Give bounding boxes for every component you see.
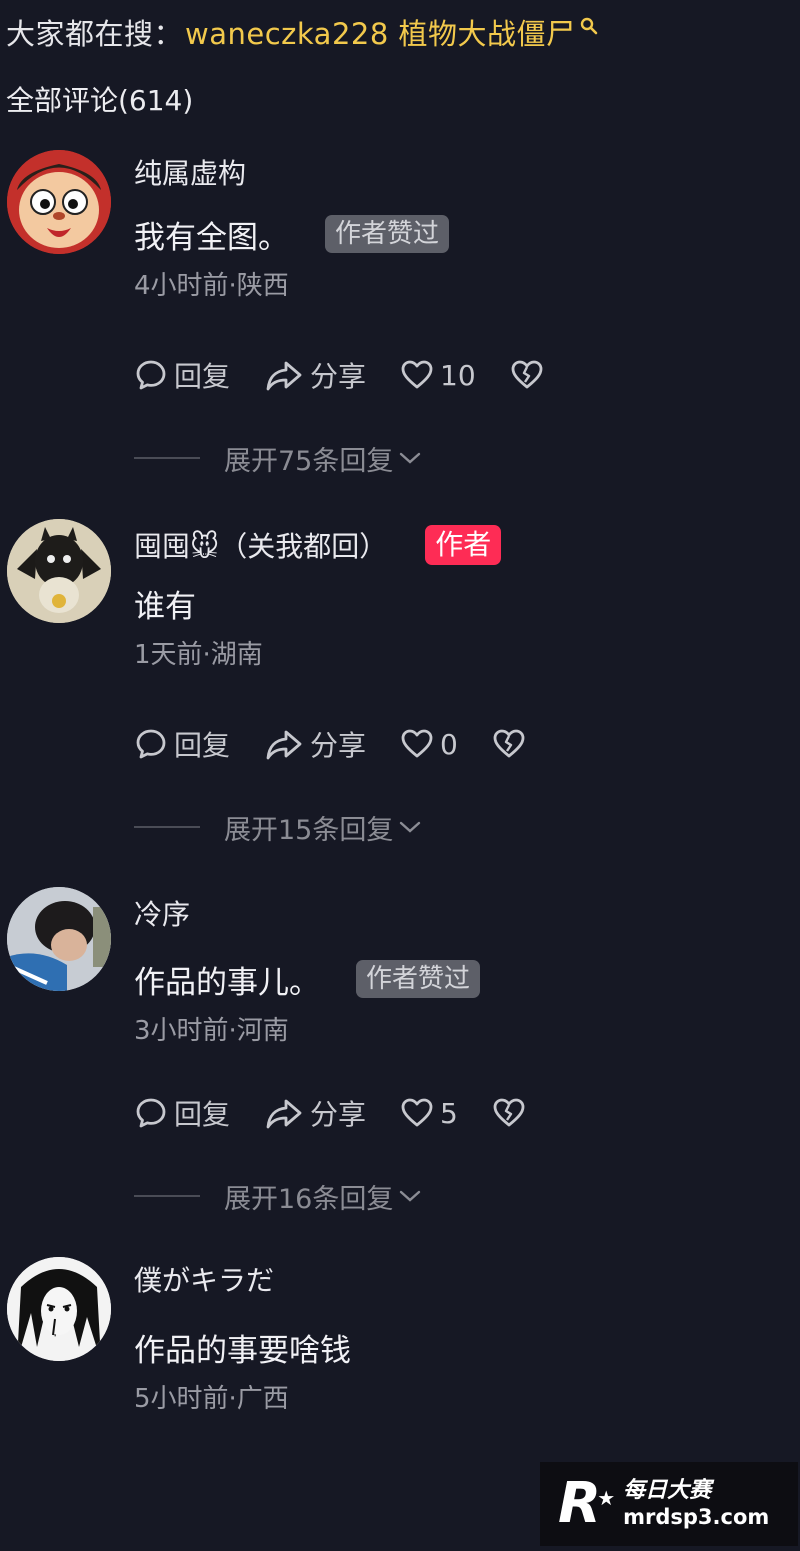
search-suggestion-bar[interactable]: 大家都在搜： waneczka228 植物大战僵尸 bbox=[6, 12, 598, 52]
reply-button[interactable]: 回复 bbox=[134, 1093, 230, 1133]
share-arrow-icon bbox=[266, 361, 302, 391]
comment-username[interactable]: 僕がキラだ bbox=[134, 1257, 800, 1301]
chevron-down-icon bbox=[400, 452, 421, 464]
comment-username-row: 囤囤🐭（关我都回） 作者 bbox=[134, 523, 800, 567]
watermark-name: 每日大赛 bbox=[623, 1478, 712, 1503]
share-arrow-icon bbox=[266, 730, 302, 760]
heart-icon bbox=[401, 360, 433, 389]
share-button[interactable]: 分享 bbox=[264, 1093, 366, 1133]
comment-text: 作品的事要啥钱 bbox=[134, 1325, 800, 1369]
like-button[interactable]: 5 bbox=[400, 1096, 458, 1130]
broken-heart-icon bbox=[493, 729, 525, 758]
avatar[interactable] bbox=[7, 887, 111, 991]
expand-replies-button[interactable]: 展开15条回复 bbox=[134, 807, 423, 847]
comment-username[interactable]: 冷序 bbox=[134, 891, 800, 935]
comment-actions: 回复 分享 0 bbox=[134, 724, 566, 764]
reply-label: 回复 bbox=[174, 360, 231, 393]
dislike-button[interactable] bbox=[510, 358, 550, 392]
divider-line bbox=[134, 826, 200, 828]
comment-meta: 4小时前·陕西 bbox=[134, 270, 289, 301]
comment-text-content: 我有全图。 bbox=[134, 219, 289, 256]
like-count: 0 bbox=[440, 727, 458, 761]
watermark-text: 每日大赛 mrdsp3.com bbox=[623, 1478, 769, 1530]
chevron-down-icon bbox=[400, 1190, 421, 1202]
share-label: 分享 bbox=[310, 729, 367, 762]
like-button[interactable]: 0 bbox=[400, 727, 458, 761]
avatar[interactable] bbox=[7, 1257, 111, 1361]
comment-actions: 回复 分享 5 bbox=[134, 1093, 566, 1133]
watermark-r-logo: R ★ bbox=[558, 1471, 616, 1536]
like-count: 5 bbox=[440, 1096, 458, 1130]
comment-text: 谁有 bbox=[134, 581, 800, 625]
comment-username[interactable]: 囤囤🐭（关我都回） bbox=[134, 525, 387, 565]
expand-replies-label: 展开75条回复 bbox=[224, 445, 394, 477]
comment-bubble-icon bbox=[136, 1098, 166, 1128]
broken-heart-icon bbox=[493, 1098, 525, 1127]
heart-icon bbox=[401, 729, 433, 758]
comment-text-content: 作品的事要啥钱 bbox=[134, 1332, 351, 1369]
divider-line bbox=[134, 1195, 200, 1197]
author-liked-badge: 作者赞过 bbox=[356, 960, 481, 998]
search-suggestion-query[interactable]: waneczka228 植物大战僵尸 bbox=[185, 11, 576, 53]
comment-bubble-icon bbox=[136, 360, 166, 390]
avatar[interactable] bbox=[7, 519, 111, 623]
chevron-down-icon bbox=[400, 821, 421, 833]
reply-button[interactable]: 回复 bbox=[134, 724, 230, 764]
watermark-logo: R ★ 每日大赛 mrdsp3.com bbox=[540, 1462, 798, 1546]
heart-icon bbox=[401, 1098, 433, 1127]
share-button[interactable]: 分享 bbox=[264, 724, 366, 764]
comment-meta: 1天前·湖南 bbox=[134, 639, 263, 670]
comment-text: 我有全图。 作者赞过 bbox=[134, 212, 800, 256]
comment-text-content: 作品的事儿。 bbox=[134, 964, 320, 1001]
reply-button[interactable]: 回复 bbox=[134, 355, 230, 395]
comments-count-title: 全部评论(614) bbox=[6, 84, 194, 117]
share-label: 分享 bbox=[310, 360, 367, 393]
divider-line bbox=[134, 457, 200, 459]
reply-label: 回复 bbox=[174, 729, 231, 762]
expand-replies-button[interactable]: 展开16条回复 bbox=[134, 1176, 423, 1216]
author-liked-badge: 作者赞过 bbox=[325, 215, 450, 253]
watermark-url: mrdsp3.com bbox=[623, 1505, 770, 1529]
star-icon: ★ bbox=[597, 1486, 616, 1510]
like-button[interactable]: 10 bbox=[400, 358, 476, 392]
share-arrow-icon bbox=[266, 1099, 302, 1129]
avatar[interactable] bbox=[7, 150, 111, 254]
comment-actions: 回复 分享 10 bbox=[134, 355, 584, 395]
comment-text: 作品的事儿。 作者赞过 bbox=[134, 957, 800, 1001]
author-badge: 作者 bbox=[425, 525, 502, 565]
reply-label: 回复 bbox=[174, 1098, 231, 1131]
share-button[interactable]: 分享 bbox=[264, 355, 366, 395]
dislike-button[interactable] bbox=[492, 1096, 532, 1130]
search-icon[interactable] bbox=[580, 8, 598, 42]
broken-heart-icon bbox=[511, 360, 543, 389]
comment-text-content: 谁有 bbox=[134, 588, 196, 625]
comment-bubble-icon bbox=[136, 729, 166, 759]
search-suggestion-label: 大家都在搜： bbox=[6, 17, 184, 51]
expand-replies-button[interactable]: 展开75条回复 bbox=[134, 438, 423, 478]
comment-meta: 3小时前·河南 bbox=[134, 1015, 289, 1046]
dislike-button[interactable] bbox=[492, 727, 532, 761]
share-label: 分享 bbox=[310, 1098, 367, 1131]
expand-replies-label: 展开16条回复 bbox=[224, 1183, 394, 1215]
comment-meta: 5小时前·广西 bbox=[134, 1383, 289, 1414]
like-count: 10 bbox=[440, 358, 476, 392]
comment-username[interactable]: 纯属虚构 bbox=[134, 150, 800, 194]
expand-replies-label: 展开15条回复 bbox=[224, 814, 394, 846]
